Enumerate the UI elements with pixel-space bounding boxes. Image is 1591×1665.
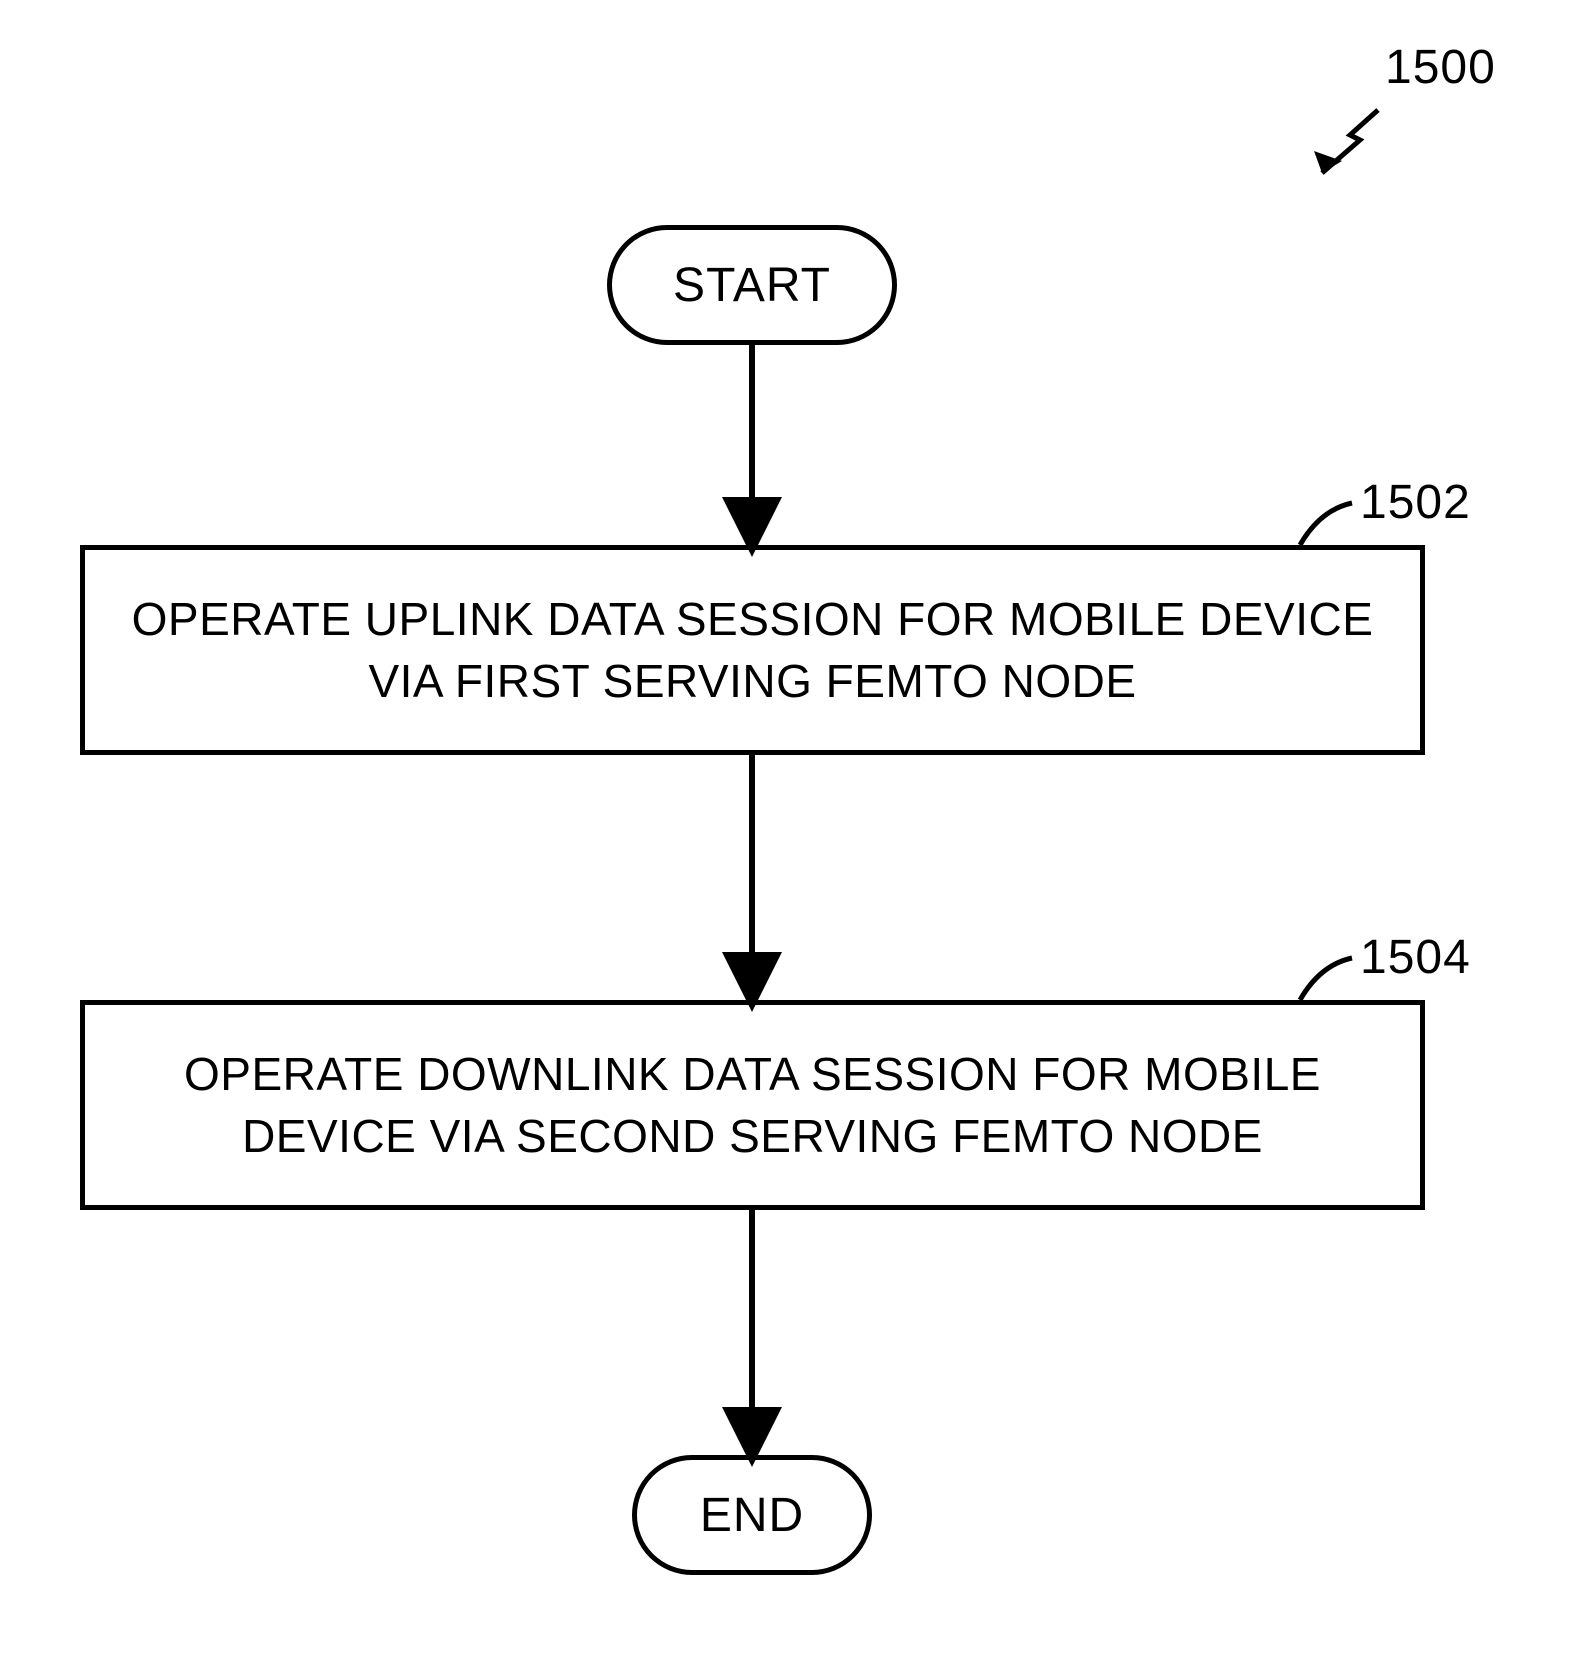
flowchart-canvas: 1500 START OPERATE UPLINK DATA SESSION F…	[0, 0, 1591, 1665]
connector-layer	[0, 0, 1591, 1665]
callout-leader-1504	[1300, 958, 1352, 1000]
callout-leader-1502	[1300, 503, 1352, 545]
diagram-ref-leader	[1314, 110, 1378, 173]
